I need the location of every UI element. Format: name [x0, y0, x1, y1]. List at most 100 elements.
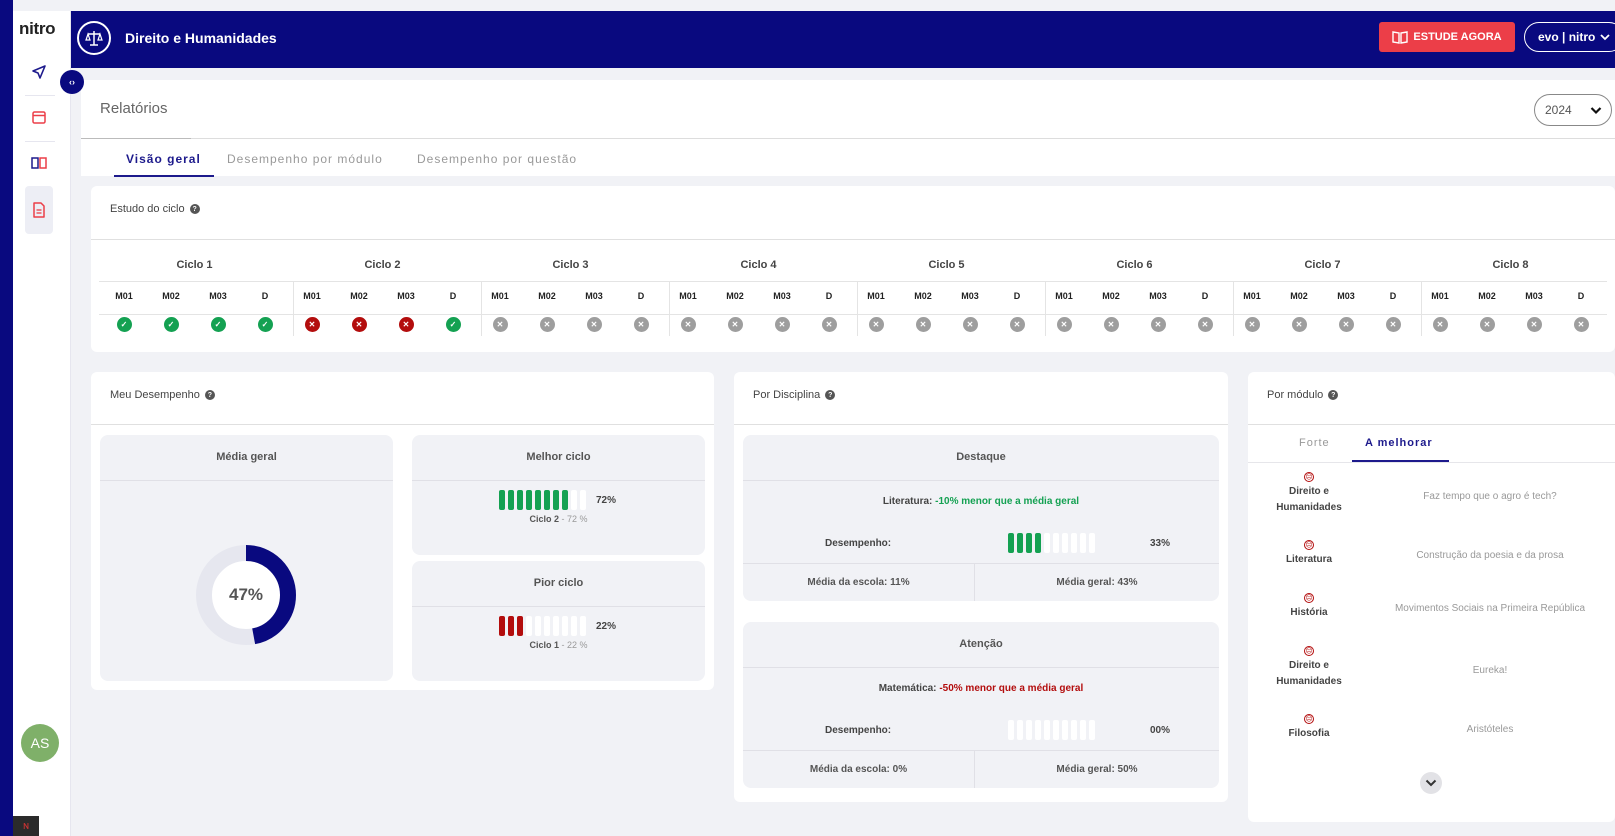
study-now-button[interactable]: ESTUDE AGORA — [1379, 22, 1515, 52]
tab-a-melhorar[interactable]: A melhorar — [1365, 437, 1433, 449]
help-icon[interactable]: ? — [825, 390, 836, 400]
atencao-desempenho-label: Desempenho: — [825, 725, 892, 736]
send-icon[interactable] — [25, 54, 53, 90]
card-title: Por módulo ? — [1267, 389, 1339, 401]
por-modulo-card: Por módulo ? Forte A melhorar ☹ Direito e… — [1248, 372, 1615, 822]
divider — [743, 667, 1219, 668]
meter-segment — [1062, 720, 1068, 740]
cycle-divider — [857, 281, 858, 336]
estudo-ciclo-card: Estudo do ciclo ? Ciclo 1 M01 ✓ M02 ✓ M03 ✓ D ✓ C… — [91, 186, 1615, 352]
media-geral-value: 47% — [228, 585, 264, 604]
module-label: M02 — [1102, 291, 1120, 301]
sad-face-icon: ☹ — [1304, 540, 1314, 550]
close-icon[interactable]: ✕ — [1385, 317, 1401, 332]
close-icon[interactable]: ✕ — [774, 317, 790, 332]
app-logo[interactable]: nitro — [19, 19, 56, 39]
meter-segment — [1017, 533, 1023, 553]
close-icon[interactable]: ✕ — [351, 317, 367, 332]
help-icon[interactable]: ? — [204, 390, 215, 400]
pior-ciclo-name: Ciclo 1 — [529, 640, 559, 650]
sidebar-toggle-button[interactable]: ‹› — [60, 70, 84, 94]
check-icon[interactable]: ✓ — [257, 317, 273, 332]
modulo-name[interactable]: Faz tempo que o agro é tech? — [1365, 491, 1615, 502]
module-label: M03 — [773, 291, 791, 301]
close-icon[interactable]: ✕ — [633, 317, 649, 332]
book-icon[interactable] — [25, 145, 53, 181]
close-icon[interactable]: ✕ — [1103, 317, 1119, 332]
close-icon[interactable]: ✕ — [1291, 317, 1307, 332]
close-icon[interactable]: ✕ — [680, 317, 696, 332]
tab-desempenho-questao[interactable]: Desempenho por questão — [417, 152, 577, 166]
tab-forte[interactable]: Forte — [1299, 437, 1330, 449]
module-label: M03 — [1337, 291, 1355, 301]
user-menu-label: evo | nitro — [1538, 30, 1596, 44]
modulo-discipline: Direito e Humanidades — [1276, 660, 1342, 687]
close-icon[interactable]: ✕ — [915, 317, 931, 332]
close-icon[interactable]: ✕ — [539, 317, 555, 332]
close-icon[interactable]: ✕ — [1056, 317, 1072, 332]
calendar-icon[interactable] — [25, 99, 53, 135]
close-icon[interactable]: ✕ — [1432, 317, 1448, 332]
meter-segment — [1053, 720, 1059, 740]
sad-face-icon: ☹ — [1304, 472, 1314, 482]
divider — [1248, 462, 1615, 463]
card-title: Por Disciplina ? — [753, 389, 836, 401]
close-icon[interactable]: ✕ — [1244, 317, 1260, 332]
meter-segment — [1008, 533, 1014, 553]
modulo-name[interactable]: Construção da poesia e da prosa — [1365, 550, 1615, 561]
year-select[interactable]: 2024 — [1534, 94, 1612, 126]
sad-face-icon: ☹ — [1304, 593, 1314, 603]
module-label: M01 — [1243, 291, 1261, 301]
modulo-name[interactable]: Movimentos Sociais na Primeira República — [1365, 603, 1615, 614]
pior-ciclo-pct: 22% — [596, 621, 617, 632]
meter-segment — [1053, 533, 1059, 553]
show-more-button[interactable] — [1420, 772, 1442, 794]
help-icon[interactable]: ? — [189, 204, 200, 214]
page-title: Relatórios — [100, 100, 168, 117]
open-book-icon — [1392, 31, 1409, 44]
check-icon[interactable]: ✓ — [163, 317, 179, 332]
module-label: D — [1201, 291, 1209, 301]
user-menu[interactable]: evo | nitro — [1524, 22, 1615, 52]
module-label: D — [1389, 291, 1397, 301]
destaque-pct: 33% — [1150, 538, 1171, 549]
meter-segment — [535, 616, 541, 636]
close-icon[interactable]: ✕ — [868, 317, 884, 332]
close-icon[interactable]: ✕ — [1150, 317, 1166, 332]
atencao-subject: Matemática: — [878, 683, 937, 694]
close-icon[interactable]: ✕ — [727, 317, 743, 332]
close-icon[interactable]: ✕ — [1573, 317, 1589, 332]
chevron-down-icon — [1590, 106, 1601, 114]
card-title: Estudo do ciclo ? — [110, 203, 200, 215]
meter-segment — [553, 490, 559, 510]
study-now-label: ESTUDE AGORA — [1413, 31, 1502, 43]
reports-header: Relatórios 2024 Visão geral Desempenho p… — [81, 80, 1615, 177]
help-icon[interactable]: ? — [1328, 390, 1339, 400]
check-icon[interactable]: ✓ — [210, 317, 226, 332]
destaque-panel: Destaque Literatura: -10% menor que a mé… — [743, 435, 1219, 601]
check-icon[interactable]: ✓ — [116, 317, 132, 332]
modulo-discipline: Filosofia — [1288, 728, 1330, 739]
close-icon[interactable]: ✕ — [586, 317, 602, 332]
tab-desempenho-modulo[interactable]: Desempenho por módulo — [227, 152, 383, 166]
cycle-header: Ciclo 3 — [552, 259, 589, 271]
avatar[interactable]: AS — [21, 724, 59, 762]
modulo-name[interactable]: Aristóteles — [1365, 724, 1615, 735]
close-icon[interactable]: ✕ — [1526, 317, 1542, 332]
close-icon[interactable]: ✕ — [821, 317, 837, 332]
close-icon[interactable]: ✕ — [1479, 317, 1495, 332]
close-icon[interactable]: ✕ — [398, 317, 414, 332]
melhor-ciclo-name: Ciclo 2 — [529, 514, 559, 524]
window-rail — [0, 0, 13, 836]
report-icon[interactable] — [25, 186, 53, 234]
check-icon[interactable]: ✓ — [445, 317, 461, 332]
close-icon[interactable]: ✕ — [1009, 317, 1025, 332]
tab-visao-geral[interactable]: Visão geral — [126, 152, 201, 166]
modulo-name[interactable]: Eureka! — [1365, 665, 1615, 676]
close-icon[interactable]: ✕ — [962, 317, 978, 332]
close-icon[interactable]: ✕ — [492, 317, 508, 332]
divider — [743, 563, 1219, 564]
close-icon[interactable]: ✕ — [1197, 317, 1213, 332]
close-icon[interactable]: ✕ — [304, 317, 320, 332]
close-icon[interactable]: ✕ — [1338, 317, 1354, 332]
